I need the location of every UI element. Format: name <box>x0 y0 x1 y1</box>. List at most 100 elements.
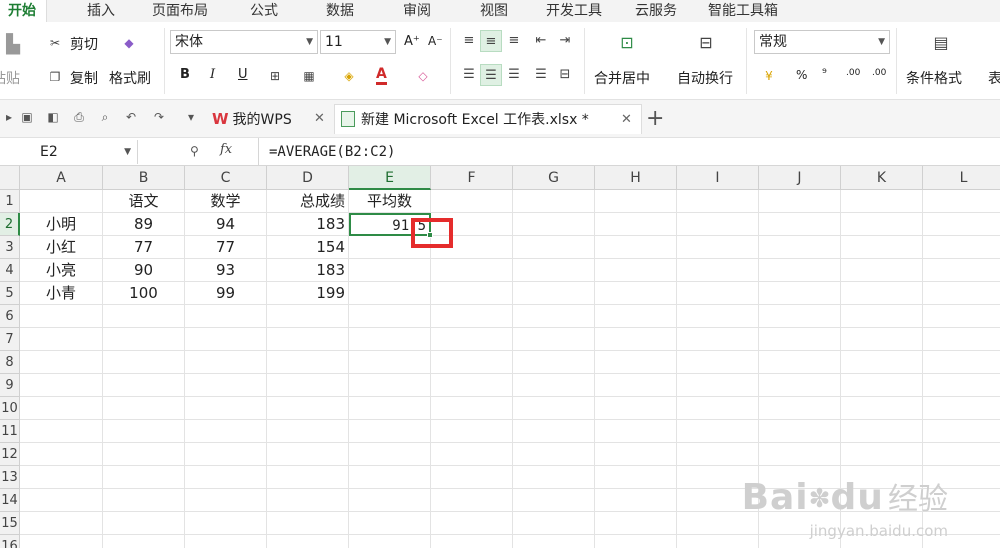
cell-a2[interactable]: 小明 <box>20 213 103 236</box>
cell-c12[interactable] <box>185 443 267 466</box>
column-header-f[interactable]: F <box>431 166 513 190</box>
cell-g16[interactable] <box>513 535 595 548</box>
cell-g7[interactable] <box>513 328 595 351</box>
tab-smart-toolbox[interactable]: 智能工具箱 <box>708 0 778 22</box>
select-all-corner[interactable] <box>0 166 20 190</box>
cell-c2[interactable]: 94 <box>185 213 267 236</box>
cell-f5[interactable] <box>431 282 513 305</box>
font-size-select[interactable]: 11 ▼ <box>320 30 396 54</box>
cell-c16[interactable] <box>185 535 267 548</box>
cell-h15[interactable] <box>595 512 677 535</box>
cell-e6[interactable] <box>349 305 431 328</box>
cell-b8[interactable] <box>103 351 185 374</box>
cell-l3[interactable] <box>923 236 1000 259</box>
row-header-7[interactable]: 7 <box>0 328 20 351</box>
column-header-e[interactable]: E <box>349 166 431 190</box>
cell-h16[interactable] <box>595 535 677 548</box>
cell-e4[interactable] <box>349 259 431 282</box>
cell-l12[interactable] <box>923 443 1000 466</box>
cell-i9[interactable] <box>677 374 759 397</box>
cell-g9[interactable] <box>513 374 595 397</box>
cell-h2[interactable] <box>595 213 677 236</box>
cell-c6[interactable] <box>185 305 267 328</box>
copy-button[interactable]: 复制 <box>70 68 98 88</box>
row-header-16[interactable]: 16 <box>0 535 20 548</box>
number-format-select[interactable]: 常规 ▼ <box>754 30 890 54</box>
cell-a16[interactable] <box>20 535 103 548</box>
cell-f10[interactable] <box>431 397 513 420</box>
cell-c7[interactable] <box>185 328 267 351</box>
cell-b4[interactable]: 90 <box>103 259 185 282</box>
cell-a3[interactable]: 小红 <box>20 236 103 259</box>
tab-insert[interactable]: 插入 <box>87 0 115 22</box>
cell-c4[interactable]: 93 <box>185 259 267 282</box>
cell-g5[interactable] <box>513 282 595 305</box>
cell-d4[interactable]: 183 <box>267 259 349 282</box>
cell-e5[interactable] <box>349 282 431 305</box>
cell-h9[interactable] <box>595 374 677 397</box>
cell-c9[interactable] <box>185 374 267 397</box>
cell-a8[interactable] <box>20 351 103 374</box>
cell-k11[interactable] <box>841 420 923 443</box>
print-preview-icon[interactable]: ⌕ <box>96 110 114 125</box>
align-bottom-icon[interactable]: ≡ <box>503 30 525 52</box>
format-painter-button[interactable]: 格式刷 <box>109 68 151 88</box>
cell-k4[interactable] <box>841 259 923 282</box>
column-header-a[interactable]: A <box>20 166 103 190</box>
cell-d10[interactable] <box>267 397 349 420</box>
formula-input[interactable]: =AVERAGE(B2:C2) <box>258 138 1000 166</box>
print-icon[interactable]: ⎙ <box>70 110 88 125</box>
cell-f11[interactable] <box>431 420 513 443</box>
cell-h11[interactable] <box>595 420 677 443</box>
cell-h8[interactable] <box>595 351 677 374</box>
tab-formulas[interactable]: 公式 <box>250 0 278 22</box>
row-header-1[interactable]: 1 <box>0 190 20 213</box>
merge-center-button[interactable]: 合并居中 <box>594 68 650 88</box>
cell-d9[interactable] <box>267 374 349 397</box>
cell-e13[interactable] <box>349 466 431 489</box>
cell-j1[interactable] <box>759 190 841 213</box>
cell-b16[interactable] <box>103 535 185 548</box>
cell-k5[interactable] <box>841 282 923 305</box>
cell-d6[interactable] <box>267 305 349 328</box>
tab-excel-file[interactable]: 新建 Microsoft Excel 工作表.xlsx * ✕ <box>334 104 642 134</box>
cell-l8[interactable] <box>923 351 1000 374</box>
cell-b10[interactable] <box>103 397 185 420</box>
cell-b14[interactable] <box>103 489 185 512</box>
cell-h12[interactable] <box>595 443 677 466</box>
decrease-decimal-button[interactable]: .00 <box>872 68 886 78</box>
cell-a5[interactable]: 小青 <box>20 282 103 305</box>
grow-font-button[interactable]: A⁺ <box>404 34 420 49</box>
arrow-icon[interactable]: ▸ <box>0 110 18 124</box>
bold-button[interactable]: B <box>180 67 190 82</box>
cell-g11[interactable] <box>513 420 595 443</box>
cell-k7[interactable] <box>841 328 923 351</box>
cell-f7[interactable] <box>431 328 513 351</box>
cell-g15[interactable] <box>513 512 595 535</box>
cell-i5[interactable] <box>677 282 759 305</box>
cell-a4[interactable]: 小亮 <box>20 259 103 282</box>
cell-l6[interactable] <box>923 305 1000 328</box>
cell-k6[interactable] <box>841 305 923 328</box>
tab-cloud-service[interactable]: 云服务 <box>635 0 677 22</box>
cell-j7[interactable] <box>759 328 841 351</box>
cell-l5[interactable] <box>923 282 1000 305</box>
cell-e7[interactable] <box>349 328 431 351</box>
fill-pattern-icon[interactable]: ▦ <box>300 67 318 85</box>
tab-page-layout[interactable]: 页面布局 <box>152 0 208 22</box>
cell-e11[interactable] <box>349 420 431 443</box>
align-right-icon[interactable]: ☰ <box>503 64 525 86</box>
cell-b5[interactable]: 100 <box>103 282 185 305</box>
table-style-button[interactable]: 表 <box>988 68 1000 88</box>
fill-color-icon[interactable]: ◈ <box>340 67 358 85</box>
cell-i7[interactable] <box>677 328 759 351</box>
tab-view[interactable]: 视图 <box>480 0 508 22</box>
comma-button[interactable]: ⁹ <box>822 66 827 80</box>
cell-b6[interactable] <box>103 305 185 328</box>
cell-f15[interactable] <box>431 512 513 535</box>
row-header-10[interactable]: 10 <box>0 397 20 420</box>
italic-button[interactable]: I <box>210 67 215 82</box>
shrink-font-button[interactable]: A⁻ <box>428 34 443 48</box>
currency-icon[interactable]: ¥ <box>760 67 778 85</box>
cell-i16[interactable] <box>677 535 759 548</box>
